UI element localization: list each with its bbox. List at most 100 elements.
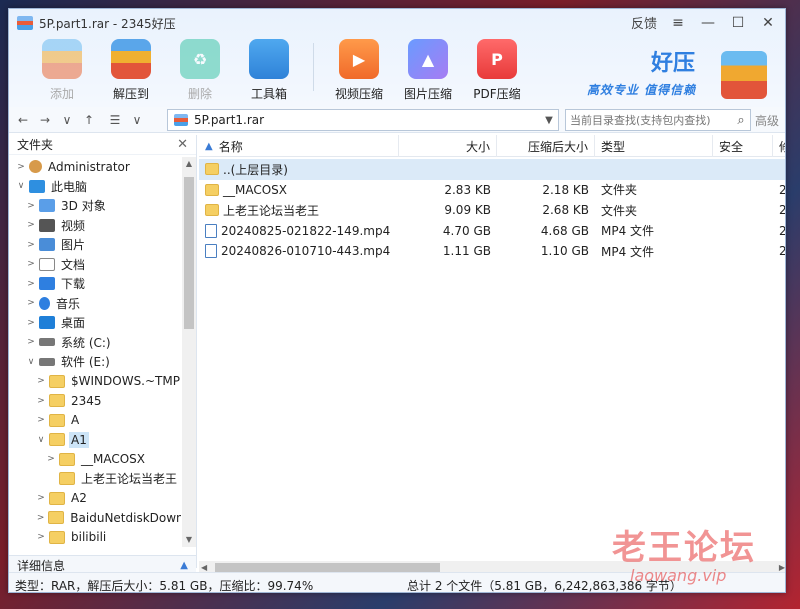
chevron-right-icon[interactable]: > [15, 162, 27, 172]
tree-item[interactable]: ∨ 软件 (E:) [9, 352, 181, 372]
advanced-search-link[interactable]: 高级 [755, 112, 779, 129]
cell-type-text: 文件夹 [601, 203, 638, 218]
chevron-right-icon[interactable]: > [35, 376, 47, 386]
up-folder-icon[interactable]: ↑ [79, 110, 99, 130]
chevron-right-icon[interactable]: > [25, 279, 37, 289]
chevron-down-icon[interactable]: ∨ [15, 181, 27, 191]
tree-item[interactable]: > 视频 [9, 216, 181, 236]
tree-item[interactable]: > bilibili [9, 528, 181, 548]
tree-item-label: 桌面 [61, 316, 86, 331]
picture-icon: ▲ [408, 39, 448, 79]
search-box: ⌕ [565, 109, 751, 131]
col-modified[interactable]: 修 [773, 135, 785, 157]
extract-button[interactable]: 解压到 [100, 39, 162, 102]
minimize-button[interactable]: — [699, 14, 717, 32]
search-input[interactable] [570, 113, 732, 127]
chevron-right-icon[interactable]: > [35, 415, 47, 425]
chevron-right-icon[interactable]: > [35, 513, 46, 523]
table-row[interactable]: 上老王论坛当老王 9.09 KB 2.68 KB 文件夹 20 [199, 200, 785, 221]
music-icon [39, 296, 50, 310]
menu-icon[interactable]: ≡ [669, 14, 687, 32]
tree-item[interactable]: > BaiduNetdiskDownl [9, 508, 181, 528]
delete-button[interactable]: ♻ 删除 [169, 39, 231, 102]
table-row[interactable]: 20240826-010710-443.mp4 ... 1.11 GB 1.10 G… [199, 241, 785, 262]
tree-item[interactable]: > 文档 [9, 255, 181, 275]
view-mode-icon[interactable]: ☰ [105, 110, 125, 130]
toolbox-button[interactable]: 工具箱 [238, 39, 300, 102]
col-size[interactable]: 大小 [399, 135, 497, 157]
tree-item[interactable]: >2345 [9, 391, 181, 411]
chevron-right-icon[interactable]: > [35, 493, 47, 503]
pdf-compress-button[interactable]: P PDF压缩 [466, 39, 528, 102]
path-field[interactable]: 5P.part1.rar ▼ [167, 109, 559, 131]
table-row[interactable]: 20240825-021822-149.mp4 ... 4.70 GB 4.68 G… [199, 221, 785, 242]
chevron-right-icon[interactable]: > [25, 201, 37, 211]
add-button[interactable]: 添加 [31, 39, 93, 102]
chevron-down-icon[interactable]: ∨ [35, 435, 47, 445]
tree-scrollbar[interactable]: ▲ ▼ [182, 157, 196, 547]
table-row[interactable]: __MACOSX 2.83 KB 2.18 KB 文件夹 20 [199, 180, 786, 201]
chevron-right-icon[interactable]: > [25, 318, 37, 328]
chevron-down-icon[interactable]: ∨ [25, 357, 37, 367]
chevron-right-icon[interactable]: > [35, 396, 47, 406]
feedback-link[interactable]: 反馈 [631, 13, 657, 32]
tree-item[interactable]: > A2 [9, 489, 181, 509]
tree-item[interactable]: > __MACOSX [9, 450, 181, 470]
cell-packed: 1.10 GB [497, 241, 589, 262]
chevron-right-icon[interactable]: > [25, 220, 37, 230]
folder-icon [205, 183, 219, 196]
pic-icon [39, 238, 55, 252]
column-header: ▲ 名称 大小 压缩后大小 类型 安全 修 [199, 135, 785, 157]
view-mode-dropdown-icon[interactable]: ∨ [127, 110, 147, 130]
chevron-right-icon[interactable]: > [45, 454, 57, 464]
chevron-right-icon[interactable]: > [25, 298, 37, 308]
scroll-down-icon[interactable]: ▼ [182, 533, 196, 547]
col-packed[interactable]: 压缩后大小 [497, 135, 595, 157]
tree-item-label: bilibili [71, 530, 107, 545]
tree-item[interactable]: 上老王论坛当老王 [9, 469, 181, 489]
tree-item[interactable]: > $WINDOWS.~TMP [9, 372, 181, 392]
chevron-right-icon[interactable]: > [25, 259, 37, 269]
tree-item[interactable]: > 下载 [9, 274, 181, 294]
back-arrow-icon[interactable]: ← [13, 110, 33, 130]
parent-folder-row[interactable]: ..(上层目录) [199, 159, 785, 180]
col-name[interactable]: ▲ 名称 [199, 135, 399, 157]
cell-size-text: 1.11 GB [442, 244, 491, 259]
scroll-up-icon[interactable]: ▲ [182, 157, 196, 171]
folder-icon [49, 530, 65, 544]
tree-scroll-thumb[interactable] [184, 177, 194, 329]
tree-item[interactable]: ∨ 此电脑 [9, 177, 181, 197]
tree-item[interactable]: > 桌面 [9, 313, 181, 333]
expand-up-icon[interactable]: ▲ [180, 560, 188, 571]
tree-item[interactable]: > Administrator [9, 157, 181, 177]
close-button[interactable]: ✕ [759, 14, 777, 32]
col-type[interactable]: 类型 [595, 135, 713, 157]
forward-arrow-icon[interactable]: → [35, 110, 55, 130]
tree-item[interactable]: ∨ A1 [9, 430, 181, 450]
chevron-right-icon[interactable]: > [35, 532, 47, 542]
tree-item-label: 此电脑 [51, 179, 88, 194]
chevron-right-icon[interactable]: > [25, 240, 37, 250]
close-pane-icon[interactable]: ✕ [177, 137, 188, 152]
cell-packed-text: 2.18 KB [542, 182, 589, 197]
cell-name: 上老王论坛当老王 [205, 200, 395, 221]
tree-item[interactable]: > 系统 (C:) [9, 333, 181, 353]
path-dropdown-icon[interactable]: ▼ [540, 115, 558, 126]
search-icon[interactable]: ⌕ [732, 113, 750, 128]
toolbox-icon [249, 39, 289, 79]
folder-pane-title: 文件夹 [17, 138, 54, 152]
desk-icon [39, 316, 55, 330]
tree-item[interactable]: > 图片 [9, 235, 181, 255]
tree-item-label: 2345 [71, 393, 102, 408]
maximize-button[interactable]: ☐ [729, 14, 747, 32]
video-compress-button[interactable]: ▶ 视频压缩 [328, 39, 390, 102]
image-compress-button[interactable]: ▲ 图片压缩 [397, 39, 459, 102]
tree-item[interactable]: > 音乐 [9, 294, 181, 314]
tree-item[interactable]: > A [9, 411, 181, 431]
chevron-right-icon[interactable]: > [25, 337, 37, 347]
cell-modified-text: 20 [779, 182, 786, 197]
history-dropdown-icon[interactable]: ∨ [57, 110, 77, 130]
tree-item[interactable]: >3D 对象 [9, 196, 181, 216]
col-security[interactable]: 安全 [713, 135, 773, 157]
file-list: ▲ 名称 大小 压缩后大小 类型 安全 修 ..(上层目录) __MACOSX 2.… [199, 135, 786, 575]
